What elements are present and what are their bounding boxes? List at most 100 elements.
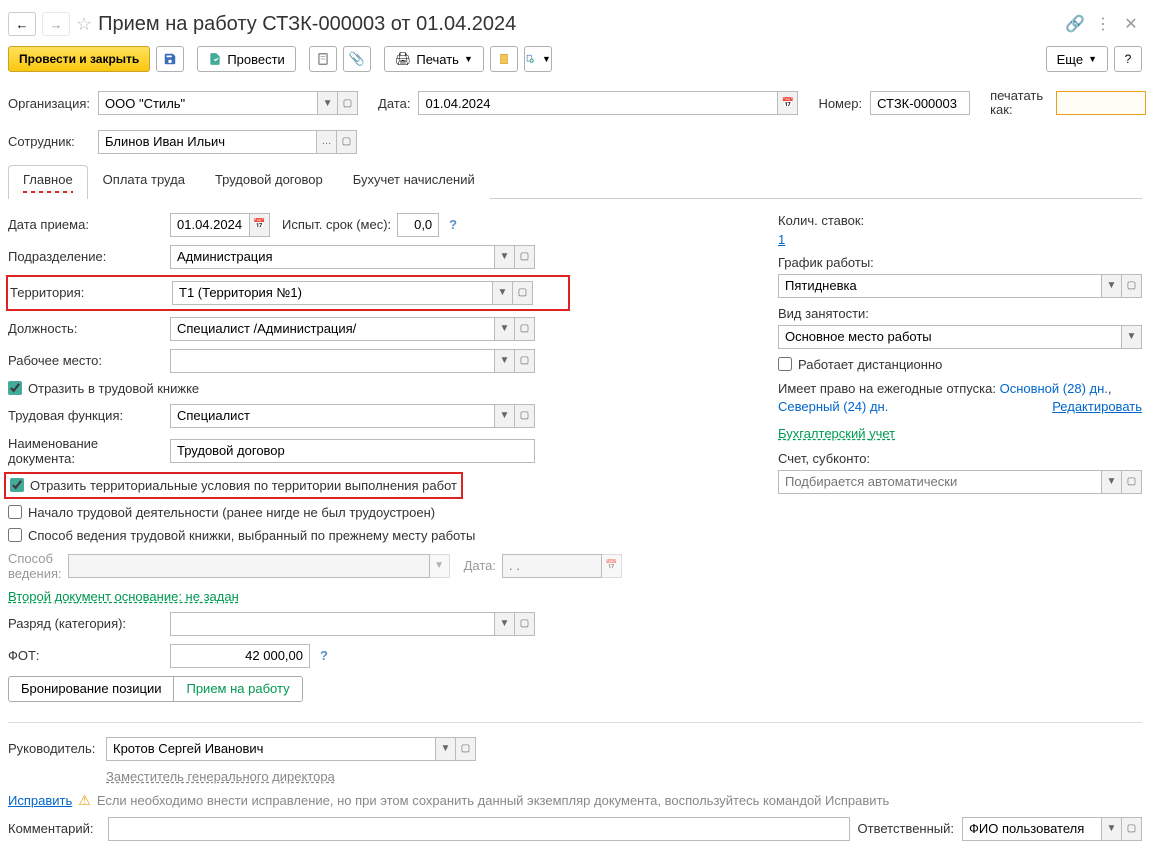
trial-input[interactable] <box>397 213 439 237</box>
rank-label: Разряд (категория): <box>8 616 164 631</box>
org-input[interactable] <box>98 91 318 115</box>
fot-input[interactable] <box>170 644 310 668</box>
dropdown-button[interactable]: ▼ <box>1102 817 1122 841</box>
first-job-checkbox[interactable] <box>8 505 22 519</box>
dropdown-button[interactable]: ▼ <box>495 612 515 636</box>
open-button[interactable]: ▢ <box>515 317 535 341</box>
position-input[interactable] <box>170 317 495 341</box>
document-button[interactable] <box>309 46 337 72</box>
save-button[interactable] <box>156 46 184 72</box>
emptype-input[interactable] <box>778 325 1122 349</box>
rank-input[interactable] <box>170 612 495 636</box>
attach-button[interactable]: 📎 <box>343 46 371 72</box>
open-button[interactable]: ▢ <box>515 349 535 373</box>
dept-input[interactable] <box>170 245 495 269</box>
open-button[interactable]: ▢ <box>513 281 533 305</box>
employee-input[interactable] <box>98 130 317 154</box>
dropdown-button: ▼ <box>430 554 450 578</box>
calendar-button[interactable]: 📅 <box>250 213 270 237</box>
doc-name-label: Наименование документа: <box>8 436 164 466</box>
hire-date-input[interactable] <box>170 213 250 237</box>
first-job-label: Начало трудовой деятельности (ранее нигд… <box>28 505 435 520</box>
reflect-territory-checkbox[interactable] <box>10 478 24 492</box>
print-as-input[interactable] <box>1056 91 1146 115</box>
dropdown-button[interactable]: ▼ <box>1102 470 1122 494</box>
workplace-input[interactable] <box>170 349 495 373</box>
tab-contract[interactable]: Трудовой договор <box>200 165 338 199</box>
document-check-icon <box>208 52 222 66</box>
dropdown-button[interactable]: ▼ <box>1122 325 1142 349</box>
doc-name-input[interactable] <box>170 439 535 463</box>
dropdown-button[interactable]: ▼ <box>495 404 515 428</box>
schedule-input[interactable] <box>778 274 1102 298</box>
help-button[interactable]: ? <box>1114 46 1142 72</box>
toggle-booking[interactable]: Бронирование позиции <box>9 677 174 701</box>
method-input <box>68 554 430 578</box>
remote-checkbox[interactable] <box>778 357 792 371</box>
dropdown-button[interactable]: ▼ <box>318 91 338 115</box>
nav-back-button[interactable]: ← <box>8 12 36 36</box>
help-hint[interactable]: ? <box>316 648 332 663</box>
number-label: Номер: <box>818 96 862 111</box>
ellipsis-button[interactable]: … <box>317 130 337 154</box>
number-input[interactable] <box>870 91 970 115</box>
dropdown-button[interactable]: ▼ <box>436 737 456 761</box>
post-close-button[interactable]: Провести и закрыть <box>8 46 150 72</box>
help-hint[interactable]: ? <box>445 217 461 232</box>
nav-forward-button[interactable]: → <box>42 12 70 36</box>
labor-func-input[interactable] <box>170 404 495 428</box>
kebab-icon[interactable]: ⋮ <box>1092 14 1114 34</box>
vacation-main: Основной (28) дн. <box>1000 381 1108 396</box>
dropdown-button[interactable]: ▼ <box>493 281 513 305</box>
open-button[interactable]: ▢ <box>515 245 535 269</box>
open-button[interactable]: ▢ <box>515 404 535 428</box>
manager-label: Руководитель: <box>8 741 100 756</box>
link-icon[interactable]: 🔗 <box>1064 14 1086 34</box>
dropdown-button[interactable]: ▼ <box>495 245 515 269</box>
manager-position-link[interactable]: Заместитель генерального директора <box>106 769 335 784</box>
dropdown-button[interactable]: ▼ <box>495 349 515 373</box>
open-button[interactable]: ▢ <box>1122 274 1142 298</box>
date2-input <box>502 554 602 578</box>
warning-icon: ⚠ <box>78 792 91 809</box>
tab-main[interactable]: Главное <box>8 165 88 199</box>
print2-button[interactable] <box>490 46 518 72</box>
fix-link[interactable]: Исправить <box>8 793 72 808</box>
tabs: Главное Оплата труда Трудовой договор Бу… <box>8 165 1142 199</box>
dropdown-button[interactable]: ▼ <box>495 317 515 341</box>
org-label: Организация: <box>8 96 90 111</box>
toggle-hire[interactable]: Прием на работу <box>174 677 301 701</box>
accounting-link[interactable]: Бухгалтерский учет <box>778 426 895 441</box>
responsible-input[interactable] <box>962 817 1102 841</box>
more-button[interactable]: Еще ▼ <box>1046 46 1108 72</box>
method-label: Способ ведения: <box>8 551 62 581</box>
prev-workbook-checkbox[interactable] <box>8 528 22 542</box>
reflect-territory-label: Отразить территориальные условия по терр… <box>30 478 457 493</box>
create-based-button[interactable]: ▼ <box>524 46 552 72</box>
close-icon[interactable]: ✕ <box>1120 14 1142 34</box>
open-button[interactable]: ▢ <box>1122 817 1142 841</box>
open-button[interactable]: ▢ <box>338 91 358 115</box>
manager-input[interactable] <box>106 737 436 761</box>
reflect-workbook-checkbox[interactable] <box>8 381 22 395</box>
print-button[interactable]: 🖨 Печать ▼ <box>384 46 484 72</box>
edit-vacation-link[interactable]: Редактировать <box>1052 398 1142 416</box>
open-button[interactable]: ▢ <box>515 612 535 636</box>
floppy-icon <box>163 52 177 66</box>
post-button[interactable]: Провести <box>197 46 296 72</box>
favorite-icon[interactable]: ☆ <box>76 14 92 35</box>
second-doc-link[interactable]: Второй документ основание: не задан <box>8 589 239 604</box>
calendar-button[interactable]: 📅 <box>778 91 798 115</box>
comment-input[interactable] <box>108 817 850 841</box>
date-input[interactable] <box>418 91 778 115</box>
open-button[interactable]: ▢ <box>456 737 476 761</box>
dropdown-button[interactable]: ▼ <box>1102 274 1122 298</box>
territory-input[interactable] <box>172 281 493 305</box>
tab-accounting[interactable]: Бухучет начислений <box>338 165 490 199</box>
stakes-value[interactable]: 1 <box>778 232 785 247</box>
account-input[interactable] <box>778 470 1102 494</box>
tab-payment[interactable]: Оплата труда <box>88 165 200 199</box>
open-button[interactable]: ▢ <box>1122 470 1142 494</box>
open-button[interactable]: ▢ <box>337 130 357 154</box>
trial-label: Испыт. срок (мес): <box>282 217 391 232</box>
